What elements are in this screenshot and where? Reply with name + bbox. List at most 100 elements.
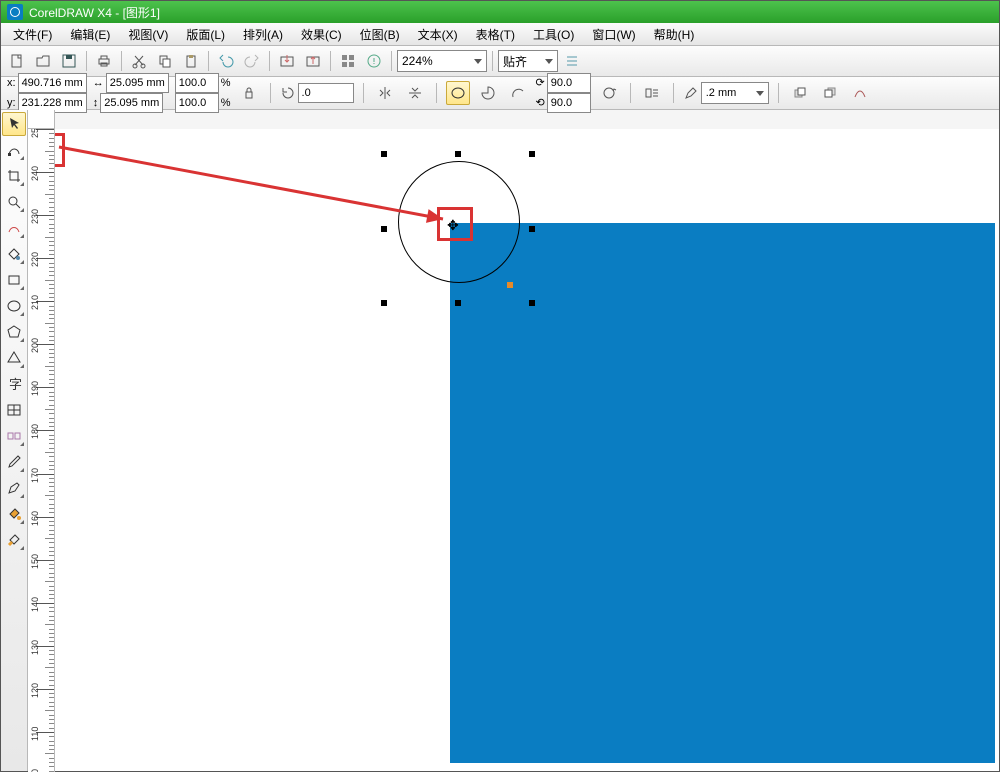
menu-file[interactable]: 文件(F) xyxy=(5,24,60,45)
text-tool[interactable]: 字 xyxy=(2,372,26,396)
cut-button[interactable] xyxy=(127,49,151,73)
selection-center-icon[interactable] xyxy=(507,282,513,288)
save-button[interactable] xyxy=(57,49,81,73)
smart-fill-tool[interactable] xyxy=(2,242,26,266)
pick-tool[interactable] xyxy=(2,112,26,136)
menu-text[interactable]: 文本(X) xyxy=(410,24,466,45)
pen-icon xyxy=(683,85,699,101)
menu-tables[interactable]: 表格(T) xyxy=(468,24,523,45)
redo-button[interactable] xyxy=(240,49,264,73)
canvas-wrap: 4104204304404504604704804905005105205305… xyxy=(28,110,999,771)
object-scale: 100.0 % 100.0 % xyxy=(175,73,231,113)
menu-effects[interactable]: 效果(C) xyxy=(293,24,350,45)
basic-shapes-tool[interactable] xyxy=(2,346,26,370)
y-label: y: xyxy=(7,97,16,110)
to-back-button[interactable] xyxy=(818,81,842,105)
percent-label: % xyxy=(221,97,231,110)
rotation-input[interactable]: .0 xyxy=(298,83,354,103)
ellipse-tool[interactable] xyxy=(2,294,26,318)
selection-handle[interactable] xyxy=(381,151,387,157)
freehand-tool[interactable] xyxy=(2,216,26,240)
menu-help[interactable]: 帮助(H) xyxy=(646,24,703,45)
new-button[interactable] xyxy=(5,49,29,73)
outline-width-combo[interactable]: .2 mm xyxy=(701,82,769,104)
export-button[interactable] xyxy=(301,49,325,73)
object-position: x: 490.716 mm y: 231.228 mm xyxy=(7,73,87,113)
copy-button[interactable] xyxy=(153,49,177,73)
arc-angles: ⟳ 90.0 ⟲ 90.0 xyxy=(536,73,591,113)
property-bar: x: 490.716 mm y: 231.228 mm ↔ 25.095 mm … xyxy=(1,77,999,110)
interactive-fill-tool[interactable] xyxy=(2,528,26,552)
mirror-h-button[interactable] xyxy=(373,81,397,105)
menu-layout[interactable]: 版面(L) xyxy=(178,24,233,45)
selection-handle[interactable] xyxy=(455,151,461,157)
welcome-button[interactable] xyxy=(362,49,386,73)
fill-tool[interactable] xyxy=(2,502,26,526)
drawing-canvas[interactable]: ✥ xyxy=(55,129,999,771)
menu-bar: 文件(F) 编辑(E) 视图(V) 版面(L) 排列(A) 效果(C) 位图(B… xyxy=(1,23,999,46)
arc-direction-button[interactable] xyxy=(597,81,621,105)
percent-label: % xyxy=(221,77,231,90)
crop-tool[interactable] xyxy=(2,164,26,188)
arc-mode-button[interactable] xyxy=(506,81,530,105)
object-size: ↔ 25.095 mm ↕ 25.095 mm xyxy=(93,73,169,113)
title-bar: CorelDRAW X4 - [图形1] xyxy=(1,1,999,23)
eyedropper-tool[interactable] xyxy=(2,450,26,474)
to-front-button[interactable] xyxy=(788,81,812,105)
selection-handle[interactable] xyxy=(455,300,461,306)
paste-button[interactable] xyxy=(179,49,203,73)
outline-width-group: .2 mm xyxy=(683,82,769,104)
import-button[interactable] xyxy=(275,49,299,73)
width-input[interactable]: 25.095 mm xyxy=(106,73,169,93)
width-icon: ↔ xyxy=(93,77,104,90)
zoom-tool[interactable] xyxy=(2,190,26,214)
app-logo-icon xyxy=(7,4,23,20)
lock-ratio-button[interactable] xyxy=(237,81,261,105)
options-button[interactable] xyxy=(560,49,584,73)
table-tool[interactable] xyxy=(2,398,26,422)
chevron-down-icon xyxy=(756,91,764,96)
open-button[interactable] xyxy=(31,49,55,73)
x-input[interactable]: 490.716 mm xyxy=(18,73,87,93)
snap-combo[interactable]: 贴齐 xyxy=(498,50,558,72)
zoom-combo[interactable]: 224% xyxy=(397,50,487,72)
menu-bitmaps[interactable]: 位图(B) xyxy=(352,24,408,45)
selection-handle[interactable] xyxy=(381,300,387,306)
menu-window[interactable]: 窗口(W) xyxy=(584,24,643,45)
selection-handle[interactable] xyxy=(529,151,535,157)
menu-arrange[interactable]: 排列(A) xyxy=(235,24,291,45)
mirror-v-button[interactable] xyxy=(403,81,427,105)
arc-start-input[interactable]: 90.0 xyxy=(547,73,591,93)
menu-tools[interactable]: 工具(O) xyxy=(525,24,582,45)
toolbox: 字 xyxy=(1,110,28,771)
annotation-source-box xyxy=(55,133,65,167)
menu-view[interactable]: 视图(V) xyxy=(120,24,176,45)
pie-mode-button[interactable] xyxy=(476,81,500,105)
selection-handle[interactable] xyxy=(529,300,535,306)
interactive-blend-tool[interactable] xyxy=(2,424,26,448)
shape-tool[interactable] xyxy=(2,138,26,162)
height-icon: ↕ xyxy=(93,97,99,110)
annotation-target-box xyxy=(437,207,473,241)
print-button[interactable] xyxy=(92,49,116,73)
selection-handle[interactable] xyxy=(381,226,387,232)
x-label: x: xyxy=(7,77,16,90)
outline-tool[interactable] xyxy=(2,476,26,500)
ruler-origin[interactable] xyxy=(28,110,55,129)
selection-handle[interactable] xyxy=(529,226,535,232)
rectangle-tool[interactable] xyxy=(2,268,26,292)
zoom-value: 224% xyxy=(402,54,433,68)
svg-text:字: 字 xyxy=(9,377,22,392)
ellipse-mode-button[interactable] xyxy=(446,81,470,105)
scale-x-input[interactable]: 100.0 xyxy=(175,73,219,93)
polygon-tool[interactable] xyxy=(2,320,26,344)
vertical-ruler[interactable]: 2502402302202102001901801701601501401301… xyxy=(28,129,55,772)
rotation-group: .0 xyxy=(280,83,354,103)
menu-edit[interactable]: 编辑(E) xyxy=(62,24,118,45)
undo-button[interactable] xyxy=(214,49,238,73)
arc-end-icon: ⟲ xyxy=(536,97,545,110)
app-launcher-button[interactable] xyxy=(336,49,360,73)
wrap-text-button[interactable] xyxy=(640,81,664,105)
convert-curves-button[interactable] xyxy=(848,81,872,105)
main-area: 字 41042043044045046047048049050051052053… xyxy=(1,110,999,771)
